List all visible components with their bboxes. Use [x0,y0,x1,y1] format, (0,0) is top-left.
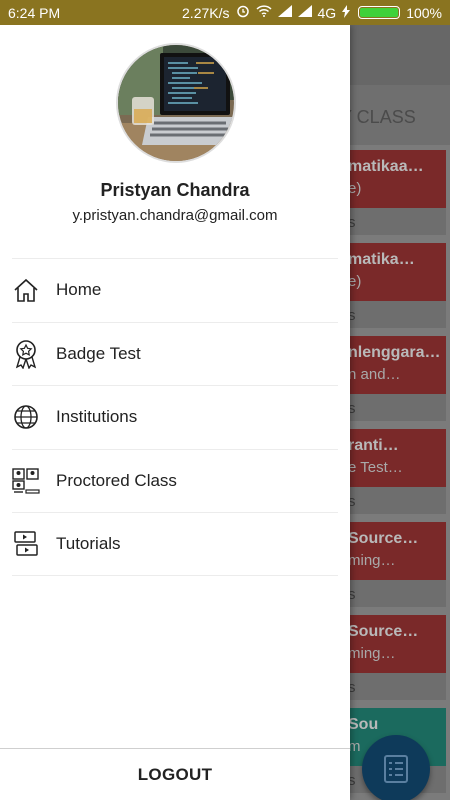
signal-icon [297,5,312,20]
menu-item-badge-test[interactable]: Badge Test [12,321,338,386]
status-bar: 6:24 PM 2.27K/s 4G 100% [0,0,450,25]
proctored-class-icon [12,467,40,495]
menu-item-tutorials[interactable]: Tutorials [12,512,338,576]
drawer-menu: Home Badge Test Institutions Proctored C… [12,258,338,576]
globe-icon [12,403,40,431]
card-title: Source… [348,623,419,640]
network-speed: 2.27K/s [182,4,230,21]
card-subtitle: ming… [348,552,396,569]
background-class-card: Source… ming… s [340,522,446,607]
menu-item-proctored-class[interactable]: Proctored Class [12,448,338,513]
card-footer: s [340,301,446,328]
menu-item-institutions[interactable]: Institutions [12,385,338,449]
logout-button[interactable]: LOGOUT [0,748,350,800]
card-footer: s [340,673,446,700]
checklist-icon [384,755,408,783]
background-class-card: Source… ming… s [340,615,446,700]
navigation-drawer: Pristyan Chandra y.pristyan.chandra@gmai… [0,25,350,800]
card-subtitle: e) [348,273,362,290]
background-class-card: matikaa… e) s [340,150,446,235]
avatar[interactable] [116,43,236,163]
battery-icon [358,6,401,19]
menu-item-label: Badge Test [56,343,141,363]
signal-icon [277,5,292,20]
fab-button[interactable] [362,735,430,800]
card-subtitle: e) [348,180,362,197]
card-footer: s [340,208,446,235]
card-title: Sou [348,716,379,733]
card-footer: s [340,580,446,607]
status-time: 6:24 PM [8,4,61,21]
menu-item-label: Tutorials [56,533,121,553]
background-tab-label: Y CLASS [340,107,416,127]
network-type: 4G [317,4,337,21]
logout-label: LOGOUT [137,764,213,784]
menu-item-label: Institutions [56,407,138,427]
battery-fill [360,8,399,17]
profile-email: y.pristyan.chandra@gmail.com [72,207,278,224]
card-footer: s [340,394,446,421]
badge-icon [12,339,40,369]
alarm-icon [236,4,250,21]
wifi-icon [255,5,272,20]
menu-item-label: Proctored Class [56,470,177,490]
card-title: nlenggara… [348,344,441,361]
home-icon [12,276,40,304]
background-class-card: ranti… e Test… s [340,429,446,514]
card-title: matikaa… [348,158,424,175]
card-subtitle: n and… [348,366,401,383]
card-subtitle: e Test… [348,459,403,476]
tutorial-video-icon [12,530,40,558]
card-title: matika… [348,251,415,268]
profile-name: Pristyan Chandra [100,180,250,200]
menu-item-label: Home [56,280,102,300]
menu-item-home[interactable]: Home [12,258,338,322]
card-title: Source… [348,530,419,547]
background-class-card: matika… e) s [340,243,446,328]
card-footer: s [340,487,446,514]
battery-percent: 100% [406,4,442,21]
card-subtitle: ming… [348,645,396,662]
background-class-card: nlenggara… n and… s [340,336,446,421]
card-title: ranti… [348,437,399,454]
status-icons: 2.27K/s 4G 100% [182,4,442,21]
charging-icon [342,4,351,21]
